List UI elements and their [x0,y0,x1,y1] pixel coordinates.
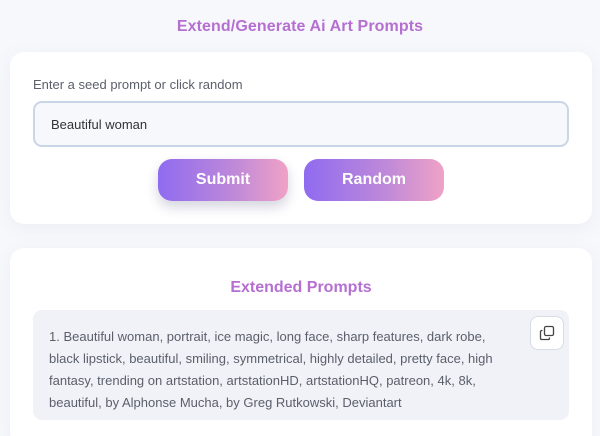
extended-prompts-card: Extended Prompts 1. Beautiful woman, por… [10,248,592,436]
submit-button[interactable]: Submit [158,159,288,201]
copy-button[interactable] [530,316,564,350]
seed-prompt-input[interactable] [33,101,569,147]
page-title: Extend/Generate Ai Art Prompts [176,18,424,35]
extended-prompt-text: 1. Beautiful woman, portrait, ice magic,… [49,329,493,410]
random-button[interactable]: Random [304,159,444,201]
extended-prompts-title: Extended Prompts [230,279,372,296]
seed-prompt-label: Enter a seed prompt or click random [33,77,243,92]
seed-card: Enter a seed prompt or click random Subm… [10,52,592,224]
extended-prompt-item: 1. Beautiful woman, portrait, ice magic,… [33,310,569,420]
copy-icon [539,325,555,341]
